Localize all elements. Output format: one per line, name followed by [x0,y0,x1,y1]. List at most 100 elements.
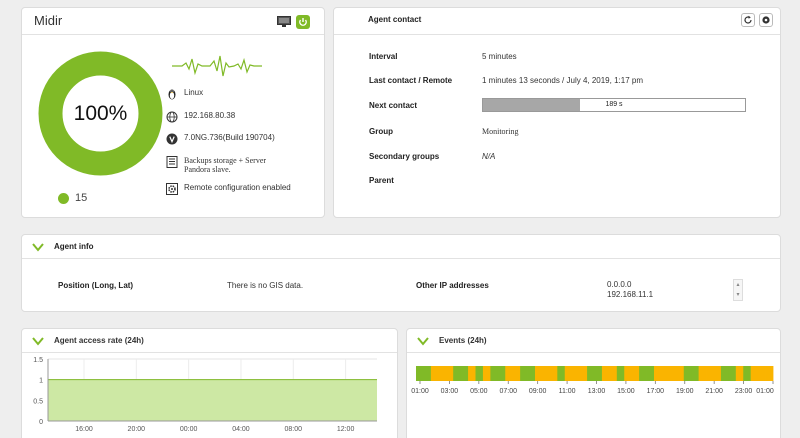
event-segment [564,366,573,381]
monitor-icon[interactable] [277,16,291,28]
x-tick-label: 20:00 [128,426,146,433]
remote-config-row: Remote configuration enabled [166,183,291,195]
event-segment [750,366,759,381]
os-row: Linux [166,88,203,100]
x-tick-label: 03:00 [441,388,459,395]
event-segment [453,366,462,381]
agent-contact-panel: Agent contact Interval 5 minutes Last co… [333,7,781,218]
x-tick-label: 23:00 [735,388,753,395]
x-tick-label: 01:00 [411,388,429,395]
event-segment [646,366,655,381]
module-count-value: 15 [75,192,88,204]
event-segment [468,366,476,381]
events-header[interactable]: Events (24h) [407,329,780,353]
event-segment [438,366,447,381]
event-segment [430,366,439,381]
y-tick-label: 1 [39,378,43,385]
settings-button[interactable] [759,13,773,27]
event-segment [624,366,633,381]
event-segment [609,366,618,381]
interval-value: 5 minutes [482,52,517,61]
x-tick-label: 17:00 [647,388,665,395]
area-fill [48,379,377,421]
x-tick-label: 00:00 [180,426,198,433]
interval-label: Interval [369,52,398,61]
event-segment [542,366,551,381]
event-segment [587,366,595,381]
event-segment [572,366,581,381]
agent-status-percent: 100% [73,101,128,125]
ip-list-scrollbar[interactable]: ▴ ▾ [733,279,743,301]
x-tick-label: 19:00 [676,388,694,395]
other-ip-2: 192.168.11.1 [607,290,654,299]
event-segment [639,366,647,381]
event-segment [445,366,454,381]
events-chart: 01:00 03:00 05:00 07:00 09:00 11:00 13:00 15:00… [411,366,774,395]
event-segment [720,366,729,381]
x-tick-label: 01:00 [756,388,774,395]
other-ip-list: 0.0.0.0 192.168.11.1 [607,280,653,300]
event-segment [691,366,700,381]
agent-summary-panel: Midir 100% Linux 192.168.80.38 7.0NG.736… [21,7,325,218]
group-value: Monitoring [482,127,519,136]
version-row: 7.0NG.736(Build 190704) [166,133,275,145]
divider [334,34,780,35]
event-segment [549,366,558,381]
status-dot [58,192,69,204]
ip-address: 192.168.80.38 [184,111,236,120]
linux-icon [168,89,176,100]
ip-row: 192.168.80.38 [166,111,235,123]
event-segment [631,366,640,381]
event-segment [758,366,766,381]
event-segment [654,366,662,381]
chevron-down-icon[interactable] [32,242,44,252]
event-segment [490,366,499,381]
power-icon[interactable] [296,15,310,29]
chevron-down-icon[interactable] [417,336,429,346]
position-value: There is no GIS data. [227,281,304,290]
next-contact-label: Next contact [369,101,418,110]
last-contact-value: 1 minutes 13 seconds / July 4, 2019, 1:1… [482,76,643,85]
events-title: Events (24h) [439,336,487,345]
agent-version: 7.0NG.736(Build 190704) [184,133,275,142]
event-segment [579,366,588,381]
access-rate-chart: 0 0.5 1 1.5 16:00 20:00 00:00 04:00 08:00 12:00 [33,357,377,433]
refresh-icon [744,15,752,24]
agent-info-title: Agent info [54,242,94,251]
other-ip-label: Other IP addresses [416,281,489,290]
x-tick-label: 13:00 [588,388,606,395]
agent-info-panel: Agent info Position (Long, Lat) There is… [21,234,781,312]
secondary-groups-value: N/A [482,152,496,161]
refresh-button[interactable] [741,13,755,27]
event-segment [743,366,752,381]
list-icon [166,156,178,168]
chevron-down-icon[interactable] [32,336,44,346]
parent-label: Parent [369,176,394,185]
event-segment [557,366,566,381]
event-segment [497,366,506,381]
x-tick-label: 21:00 [705,388,723,395]
y-tick-label: 0 [39,419,43,426]
event-segment [475,366,484,381]
event-segment [713,366,722,381]
os-label: Linux [184,88,204,97]
event-segment [416,366,424,381]
event-segment [668,366,677,381]
access-rate-panel: Agent access rate (24h) 0 0.5 1 1.5 16:00 20:… [21,328,398,438]
module-count: 15 [58,192,87,204]
access-rate-title: Agent access rate (24h) [54,336,144,345]
y-tick-label: 0.5 [33,398,43,405]
x-tick-label: 12:00 [337,426,355,433]
x-tick-label: 08:00 [285,426,303,433]
divider [22,34,324,35]
gear-icon [762,16,770,24]
agent-info-header[interactable]: Agent info [22,235,780,259]
secondary-groups-label: Secondary groups [369,152,440,161]
access-rate-header[interactable]: Agent access rate (24h) [22,329,397,353]
x-tick-label: 05:00 [470,388,488,395]
gear-icon [166,183,178,195]
event-segment [535,366,543,381]
event-segment [661,366,670,381]
agent-contact-title: Agent contact [368,15,422,24]
heartbeat-icon [172,55,262,77]
